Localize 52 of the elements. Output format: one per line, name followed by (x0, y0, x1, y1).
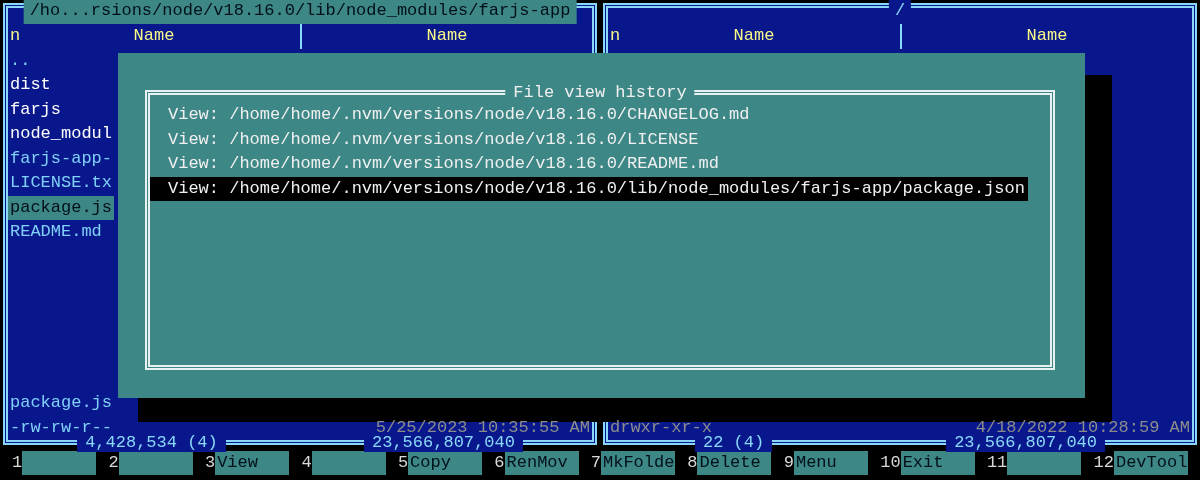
function-key-number: 12 (1093, 451, 1114, 474)
history-item[interactable]: View: /home/home/.nvm/versions/node/v18.16.0/lib/node_modules/farjs-app/package.json (150, 176, 1028, 201)
function-key-number: 6 (494, 451, 505, 474)
file-attributes: -rw-rw-r-- (10, 416, 113, 437)
free-space: 23,566,807,040 (364, 434, 523, 452)
function-key-number: 10 (880, 451, 901, 474)
function-key-button[interactable]: RenMov (504, 451, 579, 475)
column-header[interactable]: Name (733, 26, 775, 45)
panel-path-title: /ho...rsions/node/v18.16.0/lib/node_modules/farjs-app (23, 0, 577, 24)
function-key-button[interactable] (22, 451, 97, 475)
file-item[interactable]: README.md (8, 220, 112, 245)
selected-size: 4,428,534 (4) (77, 434, 226, 452)
function-key-number: 11 (986, 451, 1008, 474)
function-key-button[interactable]: Delete (697, 451, 772, 475)
function-key-number: 1 (12, 451, 23, 474)
column-header[interactable]: Name (426, 26, 468, 45)
file-item[interactable]: farjs-app- (8, 146, 115, 171)
function-key-button[interactable]: View (215, 451, 290, 475)
file-item[interactable]: dist (8, 73, 112, 98)
selected-size: 22 (4) (695, 434, 773, 452)
function-key-button[interactable] (118, 451, 193, 475)
function-key-number: 7 (590, 451, 601, 474)
file-item[interactable]: .. (8, 48, 112, 73)
history-item[interactable]: View: /home/home/.nvm/versions/node/v18.16.0/README.md (150, 152, 1028, 177)
function-key-number: 5 (397, 451, 409, 474)
current-file-name: package.js (10, 392, 113, 414)
file-modified-date: 4/18/2022 10:28:59 AM (975, 416, 1190, 437)
function-key-number: 8 (687, 451, 698, 474)
function-key-button[interactable]: Exit (900, 451, 975, 475)
column-header[interactable]: Name (133, 26, 175, 45)
function-key-button[interactable]: Copy (408, 451, 483, 475)
history-item[interactable]: View: /home/home/.nvm/versions/node/v18.16.0/LICENSE (150, 127, 1028, 152)
file-item[interactable]: LICENSE.tx (8, 171, 115, 196)
function-key-number: 9 (783, 451, 794, 474)
function-key-number: 3 (204, 451, 216, 474)
function-key-button[interactable]: DevTool (1113, 451, 1188, 475)
sort-indicator[interactable]: n (10, 24, 21, 49)
function-key-number: 2 (108, 451, 119, 474)
function-key-number: 4 (301, 451, 312, 474)
function-key-button[interactable]: Menu (793, 451, 868, 475)
file-attributes: drwxr-xr-x (610, 416, 713, 437)
free-space: 23,566,807,040 (946, 434, 1105, 452)
sort-indicator[interactable]: n (610, 24, 621, 49)
function-key-button[interactable]: MkFolde (601, 451, 675, 475)
file-item[interactable]: package.js (8, 195, 115, 220)
function-key-button[interactable] (1007, 451, 1082, 475)
history-item[interactable]: View: /home/home/.nvm/versions/node/v18.16.0/CHANGELOG.md (150, 103, 1028, 128)
file-item[interactable]: farjs (8, 97, 112, 122)
file-modified-date: 5/25/2023 10:35:55 AM (375, 416, 590, 437)
function-key-button[interactable] (311, 451, 386, 475)
column-header[interactable]: Name (1026, 26, 1068, 45)
file-item[interactable]: node_modul (8, 122, 115, 147)
